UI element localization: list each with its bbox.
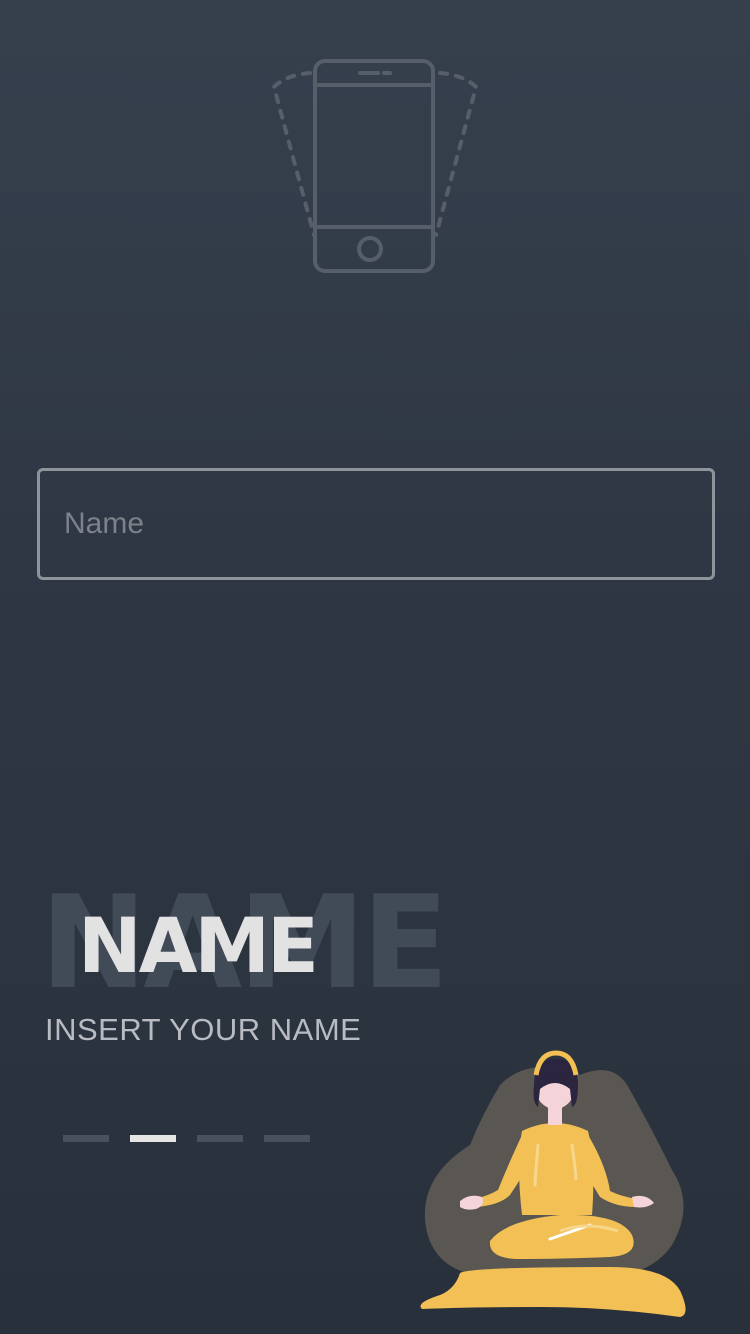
name-input[interactable]: [40, 471, 712, 577]
pager-dot: [264, 1135, 310, 1142]
pager-dot: [63, 1135, 109, 1142]
page-subtitle: INSERT YOUR NAME: [45, 1012, 362, 1047]
pager-dot: [197, 1135, 243, 1142]
name-field[interactable]: [37, 468, 715, 580]
pager-indicator: [63, 1135, 310, 1142]
page-title: NAME: [78, 901, 319, 990]
meditation-illustration: [420, 1050, 686, 1317]
pager-dot-active: [130, 1135, 176, 1142]
phone-shake-icon: [271, 59, 479, 273]
